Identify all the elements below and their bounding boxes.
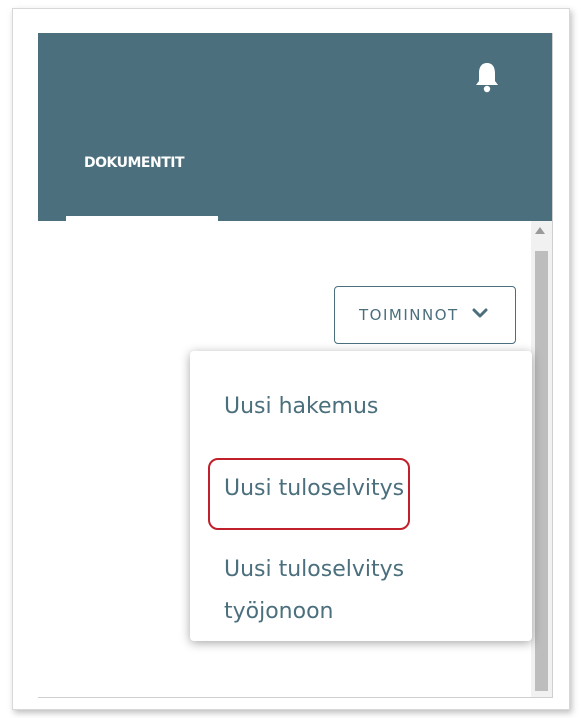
scroll-up-arrow-icon[interactable] — [535, 227, 545, 234]
scrollbar-thumb[interactable] — [535, 251, 548, 691]
bell-icon[interactable] — [474, 61, 500, 93]
chevron-down-icon — [471, 304, 489, 322]
toiminnot-button[interactable]: TOIMINNOT — [334, 286, 516, 344]
menu-item-uusi-tuloselvitys[interactable]: Uusi tuloselvitys — [224, 469, 404, 509]
menu-item-uusi-hakemus[interactable]: Uusi hakemus — [224, 387, 378, 427]
toiminnot-button-label: TOIMINNOT — [359, 306, 459, 324]
vertical-scrollbar[interactable] — [531, 221, 552, 697]
actions-dropdown-menu: Uusi hakemus Uusi tuloselvitys Uusi tulo… — [190, 351, 532, 641]
app-header: DOKUMENTIT — [38, 33, 552, 221]
app-panel: DOKUMENTIT TOIMINNOT Uusi hakemus Uusi t… — [38, 33, 553, 698]
active-tab-indicator — [66, 216, 218, 221]
menu-item-uusi-tuloselvitys-tyojonoon[interactable]: Uusi tuloselvitys työjonoon — [224, 549, 464, 633]
screenshot-frame: DOKUMENTIT TOIMINNOT Uusi hakemus Uusi t… — [12, 8, 570, 710]
tab-dokumentit[interactable]: DOKUMENTIT — [84, 155, 185, 183]
